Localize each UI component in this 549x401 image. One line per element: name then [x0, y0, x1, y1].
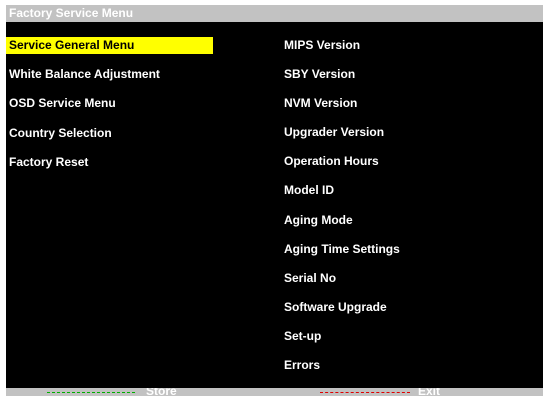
menu-item-country-selection[interactable]: Country Selection [6, 125, 216, 142]
green-key-indicator [47, 392, 135, 393]
store-button[interactable]: Store [146, 388, 177, 396]
menu-item-white-balance-adjustment[interactable]: White Balance Adjustment [6, 66, 216, 83]
submenu-item-aging-mode[interactable]: Aging Mode [284, 212, 534, 229]
submenu-item-model-id[interactable]: Model ID [284, 182, 534, 199]
submenu-item-software-upgrade[interactable]: Software Upgrade [284, 299, 534, 316]
factory-service-screen: Factory Service Menu Service General Men… [6, 5, 543, 396]
menu-item-factory-reset[interactable]: Factory Reset [6, 154, 216, 171]
submenu-item-aging-time-settings[interactable]: Aging Time Settings [284, 241, 534, 258]
menu-title: Factory Service Menu [9, 6, 134, 20]
menu-item-service-general-menu[interactable]: Service General Menu [6, 37, 213, 54]
red-key-indicator [320, 392, 410, 393]
submenu-item-serial-no[interactable]: Serial No [284, 270, 534, 287]
submenu-item-sby-version[interactable]: SBY Version [284, 66, 534, 83]
submenu-item-operation-hours[interactable]: Operation Hours [284, 153, 534, 170]
exit-button[interactable]: Exit [418, 388, 440, 396]
submenu-list: MIPS Version SBY Version NVM Version Upg… [284, 37, 534, 386]
submenu-item-upgrader-version[interactable]: Upgrader Version [284, 124, 534, 141]
submenu-item-nvm-version[interactable]: NVM Version [284, 95, 534, 112]
main-menu-list: Service General Menu White Balance Adjus… [6, 37, 216, 183]
submenu-item-errors[interactable]: Errors [284, 357, 534, 374]
footer-bar: Store Exit [6, 388, 543, 396]
submenu-item-set-up[interactable]: Set-up [284, 328, 534, 345]
title-bar: Factory Service Menu [6, 5, 543, 22]
menu-item-osd-service-menu[interactable]: OSD Service Menu [6, 95, 216, 112]
submenu-item-mips-version[interactable]: MIPS Version [284, 37, 534, 54]
